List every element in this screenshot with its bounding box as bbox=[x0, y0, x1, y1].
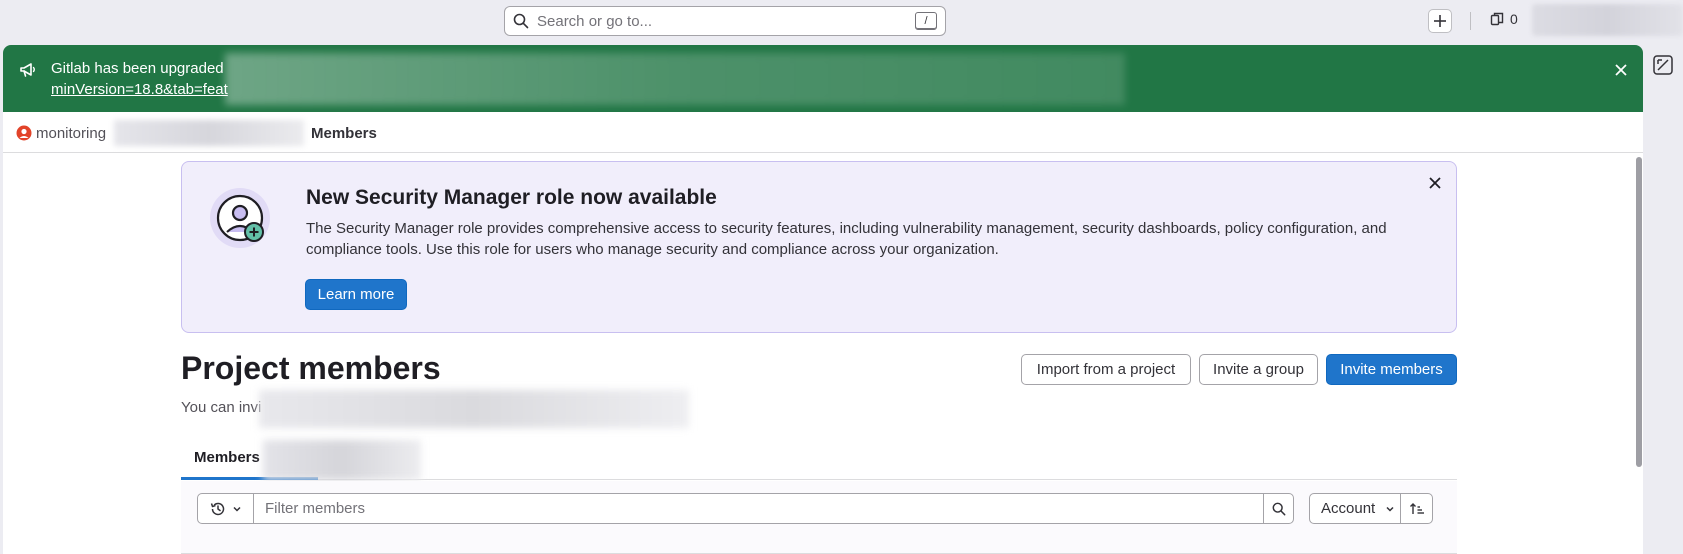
megaphone-icon bbox=[20, 63, 35, 77]
security-manager-callout: New Security Manager role now available … bbox=[181, 161, 1457, 333]
chevron-down-icon bbox=[1386, 506, 1394, 512]
scrollbar[interactable] bbox=[1635, 155, 1643, 554]
create-new-button[interactable] bbox=[1428, 9, 1452, 33]
filter-members-input[interactable]: Filter members bbox=[253, 493, 1264, 524]
add-user-illustration-icon bbox=[210, 188, 270, 248]
filter-bar: Filter members Account bbox=[181, 481, 1457, 554]
page-subtitle: You can invi bbox=[181, 399, 262, 416]
sort-dropdown[interactable]: Account bbox=[1309, 493, 1401, 524]
filter-search-button[interactable] bbox=[1263, 493, 1294, 524]
merge-requests-button[interactable]: 0 bbox=[1490, 11, 1518, 27]
main-content: monitoring Members New Security Manager … bbox=[3, 112, 1643, 554]
gitlab-logo-icon bbox=[16, 125, 32, 141]
sort-label: Account bbox=[1321, 500, 1376, 517]
chevron-down-icon bbox=[232, 506, 241, 512]
breadcrumb-current[interactable]: Members bbox=[311, 125, 377, 142]
search-placeholder: Search or go to... bbox=[537, 12, 653, 30]
plus-icon bbox=[1434, 15, 1446, 27]
search-shortcut-key: / bbox=[915, 12, 937, 30]
page-title: Project members bbox=[181, 350, 441, 386]
top-bar: Search or go to... / 0 bbox=[0, 0, 1683, 44]
merge-request-icon bbox=[1490, 12, 1504, 26]
close-icon[interactable] bbox=[1612, 61, 1630, 79]
global-search[interactable]: Search or go to... / bbox=[504, 6, 946, 36]
breadcrumb: monitoring Members bbox=[3, 112, 1643, 153]
history-icon bbox=[210, 502, 224, 515]
breadcrumb-redacted bbox=[114, 120, 304, 146]
subtitle-redacted bbox=[259, 390, 689, 428]
member-tabs: Members bbox=[181, 440, 1457, 480]
sort-direction-button[interactable] bbox=[1400, 493, 1433, 524]
tab-redacted bbox=[263, 440, 421, 480]
divider bbox=[1470, 12, 1471, 30]
recent-searches-button[interactable] bbox=[197, 493, 254, 524]
invite-group-button[interactable]: Invite a group bbox=[1199, 354, 1318, 385]
user-avatar-redacted[interactable] bbox=[1532, 4, 1683, 36]
learn-more-button[interactable]: Learn more bbox=[305, 279, 407, 310]
breadcrumb-project[interactable]: monitoring bbox=[36, 125, 106, 142]
tab-members-label: Members bbox=[194, 449, 260, 466]
merge-requests-count: 0 bbox=[1510, 11, 1518, 27]
upgrade-banner: Gitlab has been upgraded minVersion=18.8… bbox=[3, 45, 1643, 112]
banner-link[interactable]: minVersion=18.8&tab=feat bbox=[51, 81, 228, 98]
callout-body: The Security Manager role provides compr… bbox=[306, 220, 1387, 258]
search-icon bbox=[1272, 502, 1285, 515]
close-icon[interactable] bbox=[1427, 175, 1443, 191]
banner-text: Gitlab has been upgraded bbox=[51, 60, 224, 77]
search-icon bbox=[513, 13, 529, 29]
panel-toggle-icon[interactable] bbox=[1652, 54, 1674, 76]
callout-title: New Security Manager role now available bbox=[306, 186, 717, 209]
import-from-project-button[interactable]: Import from a project bbox=[1021, 354, 1191, 385]
sort-ascending-icon bbox=[1409, 502, 1424, 514]
scrollbar-thumb[interactable] bbox=[1636, 157, 1642, 467]
banner-redacted-text bbox=[225, 53, 1125, 105]
invite-members-button[interactable]: Invite members bbox=[1326, 354, 1457, 385]
